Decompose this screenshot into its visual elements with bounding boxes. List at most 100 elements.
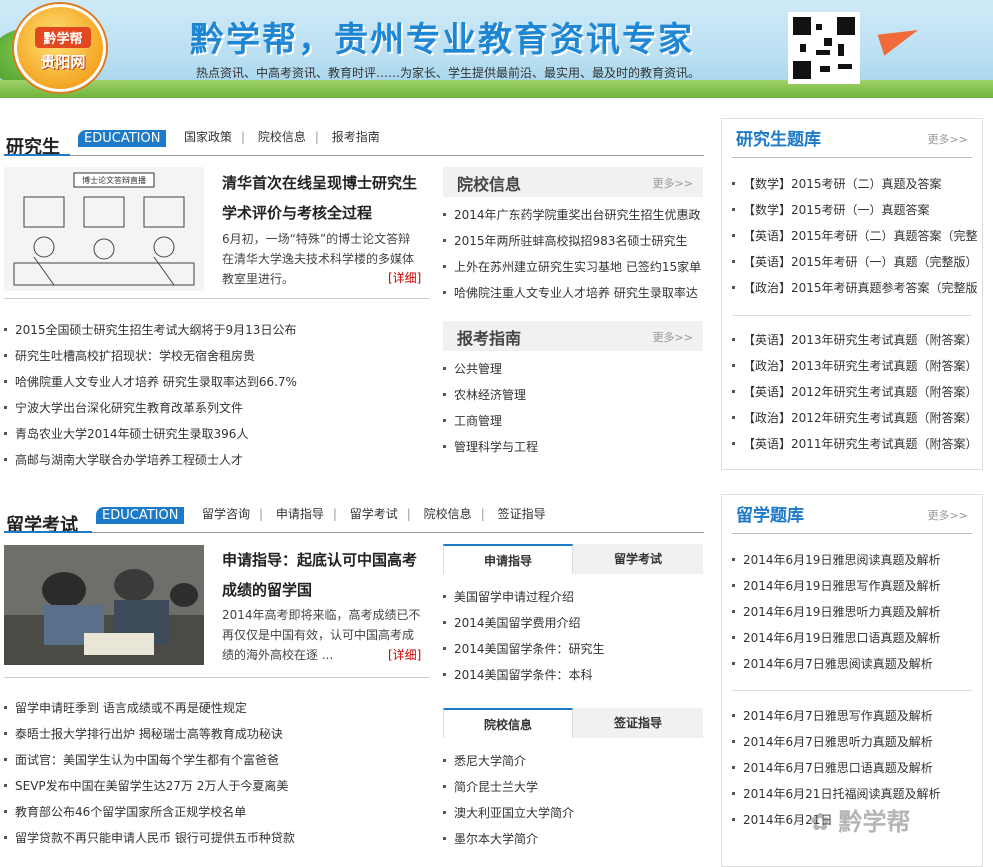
- list-item[interactable]: 研究生吐槽高校扩招现状：学校无宿舍租房贵: [4, 343, 429, 369]
- abroad-feature-rule: [4, 677, 429, 678]
- list-item[interactable]: 农林经济管理: [443, 382, 703, 408]
- logo-text-top: 黔学帮: [35, 27, 91, 48]
- abroad-bank-divider: [732, 690, 972, 691]
- grad-guide-header: 报考指南 更多>>: [443, 321, 703, 351]
- list-item[interactable]: 【数学】2015考研（一）真题答案: [732, 197, 980, 223]
- list-item[interactable]: 【英语】2013年研究生考试真题（附答案）: [732, 327, 980, 353]
- abroad-tabs-a: 申请指导 留学考试: [443, 544, 703, 574]
- list-item[interactable]: 2015全国硕士研究生招生考试大纲将于9月13日公布: [4, 317, 429, 343]
- list-item[interactable]: 悉尼大学简介: [443, 748, 703, 774]
- list-item[interactable]: 2014美国留学费用介绍: [443, 610, 703, 636]
- list-item[interactable]: 2014年6月19日雅思听力真题及解析: [732, 599, 980, 625]
- tab-abroad-exam[interactable]: 留学考试: [573, 544, 703, 574]
- list-item[interactable]: 哈佛院重人文专业人才培养 研究生录取率达到66.7%: [4, 369, 429, 395]
- qr-code-icon: [788, 12, 860, 84]
- grad-nav-policy[interactable]: 国家政策: [184, 130, 232, 144]
- grad-bank-list-a: 【数学】2015考研（二）真题及答案 【数学】2015考研（一）真题答案 【英语…: [732, 171, 980, 301]
- abroad-feature-detail-link[interactable]: [详细]: [388, 646, 421, 663]
- list-item[interactable]: 2014美国留学条件：本科: [443, 662, 703, 688]
- list-item[interactable]: 2014年6月7日雅思写作真题及解析: [732, 703, 980, 729]
- abroad-nav-exam[interactable]: 留学考试: [350, 507, 398, 521]
- list-item[interactable]: 2014年6月7日雅思阅读真题及解析: [732, 651, 980, 677]
- grad-feature-title[interactable]: 清华首次在线呈现博士研究生学术评价与考核全过程: [222, 168, 426, 228]
- site-logo[interactable]: 黔学帮 贵阳网: [14, 4, 106, 92]
- grad-nav-schools[interactable]: 院校信息: [258, 130, 306, 144]
- list-item[interactable]: 2014年6月19日雅思阅读真题及解析: [732, 547, 980, 573]
- list-item[interactable]: 2014年广东药学院重奖出台研究生招生优惠政: [443, 202, 703, 228]
- tab-visa-guide[interactable]: 签证指导: [573, 708, 703, 738]
- list-item[interactable]: 2014年6月19日雅思写作真题及解析: [732, 573, 980, 599]
- list-item[interactable]: 【政治】2015年考研真题参考答案（完整版: [732, 275, 980, 301]
- grad-rule-accent: [4, 154, 70, 156]
- list-item[interactable]: 【政治】2012年研究生考试真题（附答案）: [732, 405, 980, 431]
- list-item[interactable]: 留学贷款不再只能申请人民币 银行可提供五币种贷款: [4, 825, 429, 851]
- grad-schools-more-link[interactable]: 更多>>: [653, 175, 693, 191]
- list-item[interactable]: 【英语】2011年研究生考试真题（附答案）: [732, 431, 980, 457]
- abroad-feature-title[interactable]: 申请指导：起底认可中国高考成绩的留学国: [222, 545, 426, 605]
- grad-bank-list-b: 【英语】2013年研究生考试真题（附答案） 【政治】2013年研究生考试真题（附…: [732, 327, 980, 457]
- list-item[interactable]: 简介昆士兰大学: [443, 774, 703, 800]
- tab-school-info[interactable]: 院校信息: [443, 708, 573, 738]
- grad-news-list: 2015全国硕士研究生招生考试大纲将于9月13日公布 研究生吐槽高校扩招现状：学…: [4, 317, 429, 473]
- grad-question-bank: 研究生题库 更多>> 【数学】2015考研（二）真题及答案 【数学】2015考研…: [721, 118, 983, 470]
- banner-subtitle: 热点资讯、中高考资讯、教育时评……为家长、学生提供最前沿、最实用、最及时的教育资…: [196, 66, 701, 80]
- list-item[interactable]: 【政治】2013年研究生考试真题（附答案）: [732, 353, 980, 379]
- abroad-nav-consult[interactable]: 留学咨询: [202, 507, 250, 521]
- list-item[interactable]: 澳大利亚国立大学简介: [443, 800, 703, 826]
- grad-bank-more-link[interactable]: 更多>>: [928, 131, 968, 147]
- abroad-tab-a-list: 美国留学申请过程介绍 2014美国留学费用介绍 2014美国留学条件：研究生 2…: [443, 584, 703, 688]
- list-item[interactable]: 【数学】2015考研（二）真题及答案: [732, 171, 980, 197]
- grad-nav-guide[interactable]: 报考指南: [332, 130, 380, 144]
- photo-caption: 博士论文答辩直播: [82, 175, 146, 185]
- list-item[interactable]: 2014年6月7日雅思听力真题及解析: [732, 729, 980, 755]
- list-item[interactable]: 宁波大学出台深化研究生教育改革系列文件: [4, 395, 429, 421]
- grad-schools-header: 院校信息 更多>>: [443, 167, 703, 197]
- list-item[interactable]: 工商管理: [443, 408, 703, 434]
- list-item[interactable]: 管理科学与工程: [443, 434, 703, 460]
- grad-feature-photo[interactable]: 博士论文答辩直播: [4, 167, 204, 291]
- grad-schools-title: 院校信息: [457, 175, 522, 194]
- list-item[interactable]: 2014美国留学条件：研究生: [443, 636, 703, 662]
- list-item[interactable]: 【英语】2015年考研（二）真题答案（完整: [732, 223, 980, 249]
- list-item[interactable]: 【英语】2012年研究生考试真题（附答案）: [732, 379, 980, 405]
- list-item[interactable]: 上外在苏州建立研究生实习基地 已签约15家单: [443, 254, 703, 280]
- list-item[interactable]: 墨尔本大学简介: [443, 826, 703, 852]
- exam-students-photo: [4, 545, 204, 665]
- abroad-nav-apply[interactable]: 申请指导: [276, 507, 324, 521]
- abroad-rule-accent: [4, 531, 92, 533]
- abroad-tabs-b: 院校信息 签证指导: [443, 708, 703, 738]
- banner-title: 黔学帮，贵州专业教育资讯专家: [190, 20, 694, 60]
- wechat-icon: ✿: [810, 808, 839, 836]
- grad-nav: 国家政策 | 院校信息 | 报考指南: [184, 130, 380, 144]
- abroad-section-title: 留学考试: [6, 515, 78, 536]
- list-item[interactable]: 美国留学申请过程介绍: [443, 584, 703, 610]
- top-banner: 黔学帮 贵阳网 黔学帮，贵州专业教育资讯专家 热点资讯、中高考资讯、教育时评………: [0, 0, 993, 98]
- list-item[interactable]: 2014年6月7日雅思口语真题及解析: [732, 755, 980, 781]
- tab-apply-guide[interactable]: 申请指导: [443, 544, 573, 574]
- watermark-text: 黔学帮: [838, 808, 911, 836]
- list-item[interactable]: 【英语】2015年考研（一）真题（完整版）: [732, 249, 980, 275]
- list-item[interactable]: 青岛农业大学2014年硕士研究生录取396人: [4, 421, 429, 447]
- list-item[interactable]: 公共管理: [443, 356, 703, 382]
- list-item[interactable]: 哈佛院注重人文专业人才培养 研究生录取率达: [443, 280, 703, 306]
- grad-bank-rule: [732, 157, 972, 158]
- abroad-nav-schools[interactable]: 院校信息: [424, 507, 472, 521]
- list-item[interactable]: SEVP发布中国在美留学生达27万 2万人于今夏离美: [4, 773, 429, 799]
- abroad-bank-rule: [732, 533, 972, 534]
- abroad-bank-more-link[interactable]: 更多>>: [928, 507, 968, 523]
- list-item[interactable]: 面试官：美国学生认为中国每个学生都有个富爸爸: [4, 747, 429, 773]
- list-item[interactable]: 2014年6月19日雅思口语真题及解析: [732, 625, 980, 651]
- grad-guide-more-link[interactable]: 更多>>: [653, 329, 693, 345]
- abroad-feature-photo[interactable]: [4, 545, 204, 665]
- abroad-nav-visa[interactable]: 签证指导: [498, 507, 546, 521]
- list-item[interactable]: 泰晤士报大学排行出炉 揭秘瑞士高等教育成功秘诀: [4, 721, 429, 747]
- logo-text-bottom: 贵阳网: [40, 53, 86, 71]
- paper-plane-icon: [877, 22, 923, 56]
- list-item[interactable]: 教育部公布46个留学国家所含正规学校名单: [4, 799, 429, 825]
- abroad-tab-b-list: 悉尼大学简介 简介昆士兰大学 澳大利亚国立大学简介 墨尔本大学简介: [443, 748, 703, 852]
- grad-feature-detail-link[interactable]: [详细]: [388, 269, 421, 286]
- list-item[interactable]: 2015年两所驻蚌高校拟招983名硕士研究生: [443, 228, 703, 254]
- list-item[interactable]: 留学申请旺季到 语言成绩或不再是硬性规定: [4, 695, 429, 721]
- list-item[interactable]: 高邮与湖南大学联合办学培养工程硕士人才: [4, 447, 429, 473]
- grad-schools-list: 2014年广东药学院重奖出台研究生招生优惠政 2015年两所驻蚌高校拟招983名…: [443, 202, 703, 306]
